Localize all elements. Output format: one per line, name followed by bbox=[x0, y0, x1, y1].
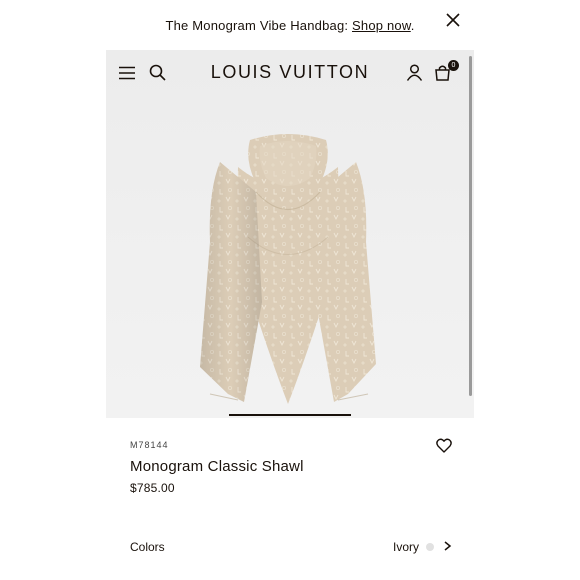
shop-now-link[interactable]: Shop now bbox=[352, 18, 411, 33]
product-sku: M78144 bbox=[130, 440, 169, 450]
promo-text: The Monogram Vibe Handbag: bbox=[165, 18, 353, 33]
product-image-area[interactable] bbox=[106, 50, 474, 418]
screenshot-frame: The Monogram Vibe Handbag: Shop now. LOU… bbox=[0, 0, 580, 580]
promo-suffix: . bbox=[410, 18, 415, 33]
product-name: Monogram Classic Shawl bbox=[130, 458, 304, 475]
account-icon[interactable] bbox=[406, 64, 423, 81]
color-swatch bbox=[426, 543, 434, 551]
promo-banner-text: The Monogram Vibe Handbag: Shop now. bbox=[106, 18, 474, 33]
carousel-indicator[interactable] bbox=[229, 414, 351, 416]
scrollbar[interactable] bbox=[469, 56, 472, 396]
selected-color: Ivory bbox=[392, 540, 419, 554]
colors-label: Colors bbox=[130, 540, 165, 554]
close-icon[interactable] bbox=[446, 13, 460, 27]
colors-selector[interactable]: Colors Ivory bbox=[106, 526, 474, 566]
phone-screen: The Monogram Vibe Handbag: Shop now. LOU… bbox=[106, 0, 474, 580]
bag-count-badge: 0 bbox=[448, 60, 459, 71]
product-price: $785.00 bbox=[130, 481, 175, 495]
promo-banner: The Monogram Vibe Handbag: Shop now. bbox=[106, 0, 474, 51]
heart-icon[interactable] bbox=[436, 438, 452, 453]
chevron-right-icon[interactable] bbox=[443, 541, 452, 551]
shawl-product-image bbox=[200, 134, 376, 404]
top-navigation: LOUIS VUITTON 0 bbox=[106, 50, 474, 96]
product-details: M78144 Monogram Classic Shawl $785.00 Co… bbox=[106, 418, 474, 580]
